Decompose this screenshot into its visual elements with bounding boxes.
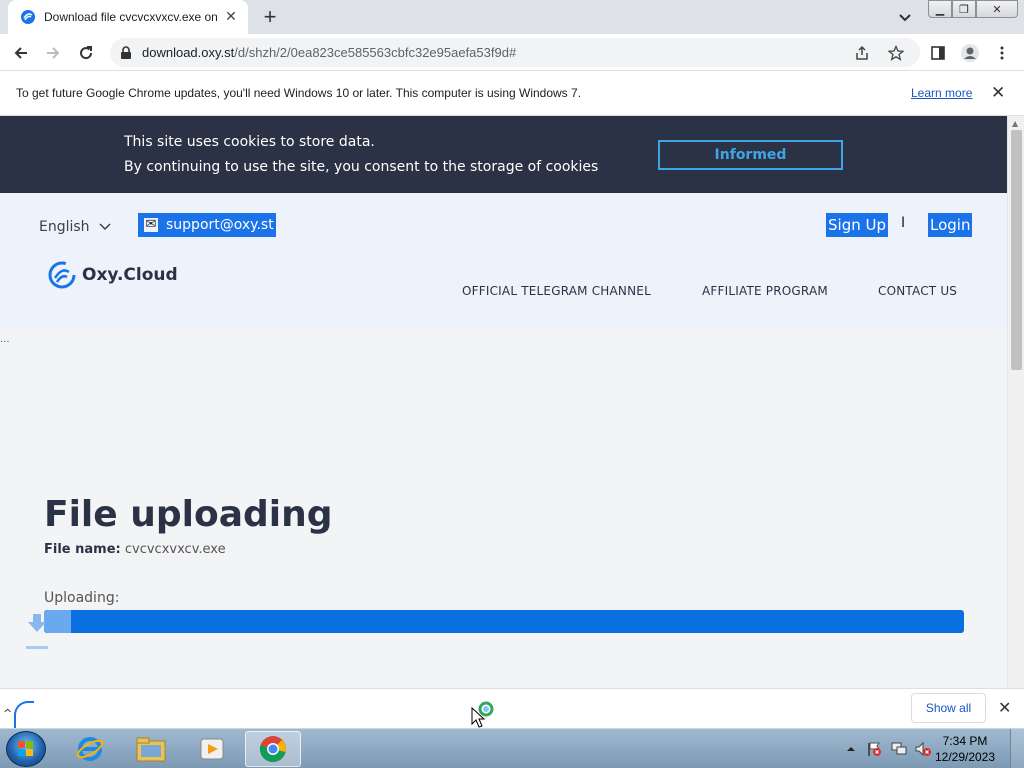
internet-explorer-icon: [76, 737, 104, 761]
forward-button[interactable]: [41, 41, 65, 65]
upload-progress-fill: [44, 610, 964, 633]
tab-strip: Download file cvcvcxvxcv.exe on ✕ + ▁ ❐ …: [0, 0, 1024, 34]
progress-knob: [44, 610, 71, 633]
back-arrow-icon: [14, 47, 27, 59]
show-desktop-button[interactable]: [1010, 729, 1024, 768]
download-arrow-icon: [26, 614, 48, 649]
download-spinner-icon: [14, 701, 34, 729]
nav-telegram-channel[interactable]: OFFICIAL TELEGRAM CHANNEL: [462, 284, 651, 298]
window-close-button[interactable]: ✕: [976, 0, 1018, 18]
login-link[interactable]: Login: [928, 213, 973, 237]
clock-time: 7:34 PM: [942, 734, 988, 748]
tray-volume-icon[interactable]: [914, 729, 932, 768]
tray-show-hidden-icon[interactable]: [846, 729, 856, 768]
cookie-text-line2: By continuing to use the site, you conse…: [124, 159, 599, 175]
reload-icon: [80, 46, 93, 60]
back-button[interactable]: [9, 41, 33, 65]
mail-icon: ✉: [138, 213, 164, 237]
site-logo[interactable]: Oxy.Cloud: [48, 261, 178, 289]
volume-muted-icon: [915, 741, 931, 757]
profile-avatar-icon: [961, 44, 979, 62]
scroll-up-icon[interactable]: ▲: [1012, 119, 1018, 128]
site-header: English ✉ support@oxy.st Sign Up I Login…: [0, 193, 1007, 328]
system-clock[interactable]: 7:34 PM 12/29/2023: [932, 733, 998, 765]
tray-action-center-icon[interactable]: [866, 729, 882, 768]
busy-cursor-icon: [471, 701, 494, 728]
new-tab-button[interactable]: +: [258, 4, 282, 29]
cookie-accept-button[interactable]: Informed: [658, 140, 843, 170]
browser-tab[interactable]: Download file cvcvcxvxcv.exe on ✕: [8, 0, 248, 34]
browser-toolbar: download.oxy.st/d/shzh/2/0ea823ce585563c…: [0, 34, 1024, 71]
taskbar-windows-explorer[interactable]: [123, 731, 179, 767]
menu-button[interactable]: [990, 41, 1014, 65]
language-selector[interactable]: English: [39, 219, 112, 235]
chrome-icon: [259, 736, 286, 762]
page-scrollbar[interactable]: ▲: [1007, 116, 1024, 688]
support-email-link[interactable]: ✉ support@oxy.st: [138, 213, 276, 237]
scrollbar-thumb[interactable]: [1011, 130, 1022, 370]
file-name-label: File name:: [44, 542, 121, 557]
page-title: File uploading: [44, 494, 333, 535]
upload-progress-bar: [44, 610, 964, 633]
reload-button[interactable]: [74, 41, 98, 65]
windows-taskbar: 7:34 PM 12/29/2023: [0, 728, 1024, 768]
forward-arrow-icon: [47, 47, 60, 59]
oxy-cloud-logo-icon: [48, 261, 76, 289]
oxy-favicon-icon: [21, 10, 35, 24]
bookmark-button[interactable]: [888, 38, 904, 67]
chevron-down-icon: [99, 223, 111, 231]
lock-icon[interactable]: [120, 45, 132, 60]
media-player-icon: [200, 738, 224, 760]
clock-date: 12/29/2023: [934, 750, 996, 764]
url-path: /d/shzh/2/0ea823ce585563cbfc32e95aefa53f…: [234, 45, 517, 60]
taskbar-chrome[interactable]: [245, 731, 301, 767]
nav-affiliate-program[interactable]: AFFILIATE PROGRAM: [702, 284, 828, 298]
learn-more-link[interactable]: Learn more: [911, 86, 972, 100]
shelf-caret-icon[interactable]: ^: [3, 707, 12, 720]
side-panel-button[interactable]: [926, 41, 950, 65]
ellipsis-text: ...: [0, 334, 10, 345]
uploading-label: Uploading:: [44, 590, 120, 606]
windows-logo-icon: [18, 741, 33, 756]
profile-button[interactable]: [958, 41, 982, 65]
url-host: download.oxy.st: [142, 45, 235, 60]
tray-network-icon[interactable]: [890, 729, 908, 768]
share-icon: [856, 45, 868, 60]
language-label: English: [39, 219, 90, 235]
tab-close-icon[interactable]: ✕: [222, 8, 240, 26]
folder-icon: [136, 737, 166, 762]
side-panel-icon: [931, 46, 945, 60]
update-infobar: To get future Google Chrome updates, you…: [0, 71, 1024, 116]
network-icon: [891, 742, 907, 755]
star-icon: [888, 44, 904, 61]
nav-contact-us[interactable]: CONTACT US: [878, 284, 957, 298]
file-name-value: cvcvcxvxcv.exe: [124, 542, 226, 557]
infobar-message: To get future Google Chrome updates, you…: [16, 86, 582, 100]
caret-up-icon: [847, 747, 855, 751]
kebab-menu-icon: [1000, 46, 1004, 60]
start-button[interactable]: [6, 731, 46, 767]
auth-separator: I: [901, 215, 906, 231]
share-button[interactable]: [854, 38, 870, 67]
url-text: download.oxy.st/d/shzh/2/0ea823ce585563c…: [142, 45, 516, 60]
taskbar-media-player[interactable]: [184, 731, 240, 767]
tab-title: Download file cvcvcxvxcv.exe on: [44, 10, 218, 24]
shelf-close-icon[interactable]: ✕: [998, 698, 1011, 717]
address-bar[interactable]: download.oxy.st/d/shzh/2/0ea823ce585563c…: [110, 38, 920, 67]
window-restore-button[interactable]: ❐: [952, 0, 976, 18]
taskbar-internet-explorer[interactable]: [62, 731, 118, 767]
download-shelf: ^ Show all ✕: [0, 688, 1024, 729]
page-viewport: This site uses cookies to store data. By…: [0, 116, 1007, 688]
window-minimize-button[interactable]: ▁: [928, 0, 952, 18]
brand-name: Oxy.Cloud: [82, 265, 178, 285]
flag-alert-icon: [868, 742, 881, 756]
infobar-close-icon[interactable]: ✕: [991, 83, 1005, 103]
support-email: support@oxy.st: [164, 213, 276, 237]
cookie-banner: This site uses cookies to store data. By…: [0, 116, 1007, 193]
tab-search-chevron-icon[interactable]: [896, 8, 914, 26]
sign-up-link[interactable]: Sign Up: [826, 213, 888, 237]
cookie-text-line1: This site uses cookies to store data.: [124, 134, 375, 150]
file-name-row: File name: cvcvcxvxcv.exe: [44, 542, 226, 557]
show-all-button[interactable]: Show all: [911, 693, 986, 723]
